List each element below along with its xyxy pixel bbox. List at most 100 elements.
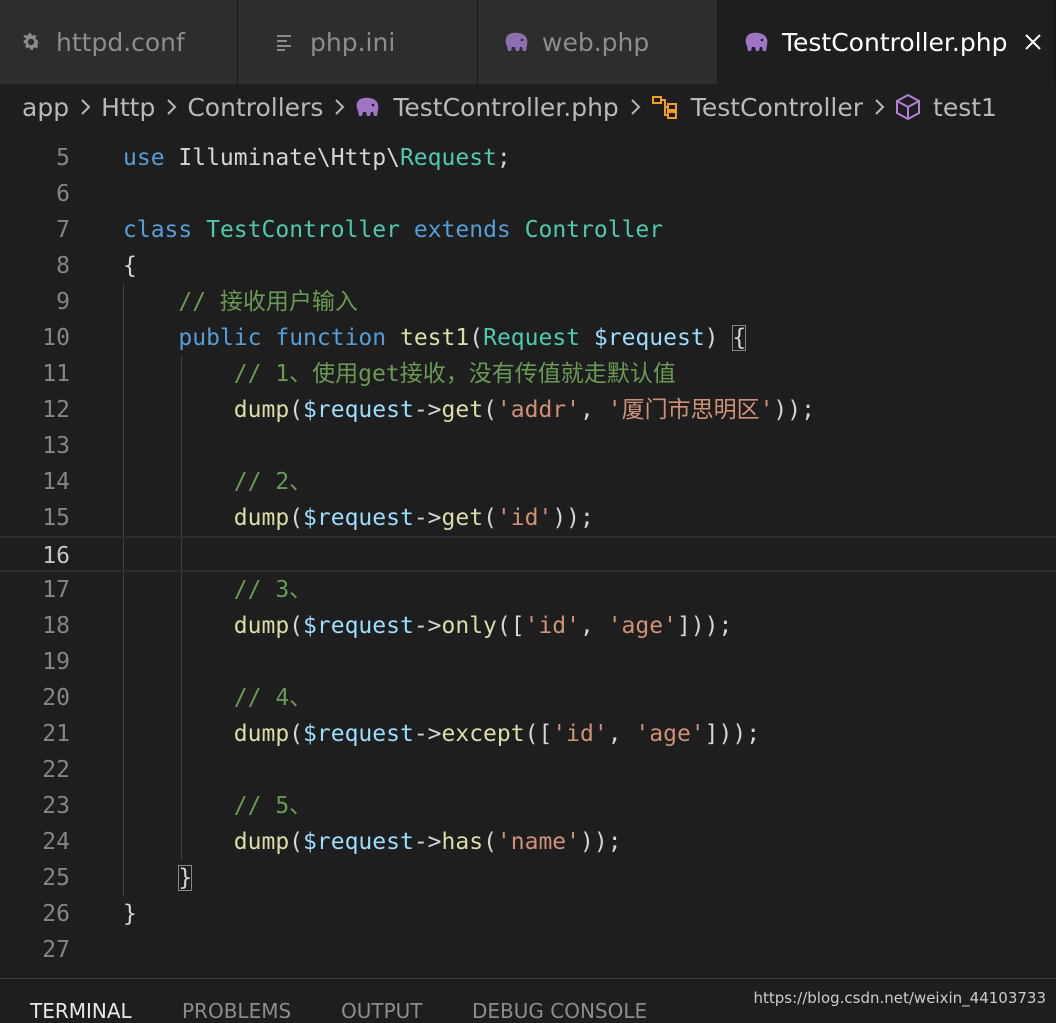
code-token: (	[483, 829, 497, 855]
code-text: dump($request->only(['id', 'age']));	[123, 608, 733, 644]
code-token: (	[289, 397, 304, 423]
code-line[interactable]: 23 // 5、	[0, 788, 1056, 824]
code-token: Request	[483, 325, 581, 351]
code-text: {	[123, 248, 137, 284]
code-token: {	[732, 325, 747, 351]
line-number: 20	[42, 685, 70, 711]
code-line[interactable]: 12 dump($request->get('addr', '厦门市思明区'))…	[0, 392, 1056, 428]
code-token: (	[289, 829, 304, 855]
line-number: 18	[42, 613, 70, 639]
code-token: (	[483, 397, 497, 423]
breadcrumb-item-method[interactable]: test1	[895, 93, 997, 122]
code-token: (	[289, 613, 304, 639]
code-token: Controller	[524, 217, 664, 243]
code-token: {	[123, 253, 137, 279]
panel-tab-terminal[interactable]: TERMINAL	[30, 999, 132, 1023]
tab-web-php[interactable]: web.php	[478, 0, 718, 84]
code-line[interactable]: 20 // 4、	[0, 680, 1056, 716]
breadcrumb-label: test1	[933, 92, 997, 122]
code-line[interactable]: 22	[0, 752, 1056, 788]
code-token: // 4、	[233, 685, 313, 711]
panel-tab-output[interactable]: OUTPUT	[341, 999, 423, 1023]
code-text: use Illuminate\Http\Request;	[123, 140, 511, 176]
code-line[interactable]: 21 dump($request->except(['id', 'age']))…	[0, 716, 1056, 752]
breadcrumb-item-file[interactable]: TestController.php	[355, 92, 619, 122]
code-text: dump($request->get('id'));	[123, 500, 594, 536]
breadcrumb-label: TestController.php	[393, 92, 619, 122]
code-text: // 4、	[123, 680, 312, 716]
tab-label: php.ini	[310, 27, 396, 57]
code-text: }	[123, 860, 193, 896]
code-line[interactable]: 13	[0, 428, 1056, 464]
code-text: // 5、	[123, 788, 312, 824]
breadcrumb: app Http Controllers TestController.php …	[0, 84, 1056, 130]
code-token: // 接收用户输入	[178, 289, 358, 315]
code-token: test1	[399, 325, 470, 351]
code-line[interactable]: 6	[0, 176, 1056, 212]
code-line[interactable]: 9 // 接收用户输入	[0, 284, 1056, 320]
breadcrumb-item-app[interactable]: app	[22, 93, 69, 122]
tab-httpd-conf[interactable]: httpd.conf	[0, 0, 238, 84]
code-line[interactable]: 11 // 1、使用get接收，没有传值就走默认值	[0, 356, 1056, 392]
line-number: 9	[56, 289, 70, 315]
panel-tab-debug-console[interactable]: DEBUG CONSOLE	[472, 999, 647, 1023]
code-token: $request	[303, 613, 414, 639]
code-token: ;	[496, 145, 511, 171]
line-number: 5	[56, 145, 70, 171]
close-icon[interactable]	[1021, 30, 1045, 54]
code-token: 'id'	[552, 721, 608, 747]
code-token: (	[483, 505, 497, 531]
breadcrumb-item-controllers[interactable]: Controllers	[187, 93, 323, 122]
breadcrumb-item-http[interactable]: Http	[101, 93, 155, 122]
code-token: 'age'	[607, 613, 677, 639]
code-token: // 2、	[233, 469, 313, 495]
code-line[interactable]: 8{	[0, 248, 1056, 284]
code-line[interactable]: 5 use Illuminate\Http\Request;	[0, 140, 1056, 176]
code-token: get	[441, 505, 484, 531]
code-line[interactable]: 26}	[0, 896, 1056, 932]
php-elephant-icon	[504, 29, 530, 55]
code-line[interactable]: 14 // 2、	[0, 464, 1056, 500]
code-line[interactable]: 17 // 3、	[0, 572, 1056, 608]
tab-label: web.php	[542, 27, 650, 57]
code-line[interactable]: 25 }	[0, 860, 1056, 896]
code-line[interactable]: 15 dump($request->get('id'));	[0, 500, 1056, 536]
code-line[interactable]: 10 public function test1(Request $reques…	[0, 320, 1056, 356]
tab-php-ini[interactable]: php.ini	[238, 0, 478, 84]
code-line[interactable]: 24 dump($request->has('name'));	[0, 824, 1056, 860]
line-number: 22	[42, 757, 70, 783]
panel-tab-problems[interactable]: PROBLEMS	[182, 999, 291, 1023]
code-token: class	[123, 217, 193, 243]
code-token: ]));	[704, 721, 761, 747]
code-token: ));	[773, 397, 815, 423]
line-number: 12	[42, 397, 70, 423]
method-cube-icon	[895, 93, 921, 121]
code-token: }	[178, 865, 193, 891]
code-token: (	[469, 325, 484, 351]
code-token: // 1、使用get接收，没有传值就走默认值	[233, 361, 676, 387]
tab-label: httpd.conf	[56, 27, 185, 57]
code-line[interactable]: 16	[0, 536, 1056, 572]
code-line[interactable]: 7 class TestController extends Controller	[0, 212, 1056, 248]
tab-bar: httpd.conf php.ini web.php TestControlle…	[0, 0, 1056, 84]
code-token: function	[275, 325, 387, 351]
tab-testcontroller-php[interactable]: TestController.php	[718, 0, 1056, 84]
line-number: 13	[42, 433, 70, 459]
breadcrumb-item-class[interactable]: TestController	[651, 93, 863, 122]
code-line[interactable]: 18 dump($request->only(['id', 'age']));	[0, 608, 1056, 644]
code-token: dump	[233, 505, 290, 531]
breadcrumb-label: Controllers	[187, 92, 324, 122]
chevron-right-icon	[873, 98, 885, 116]
code-line[interactable]: 27	[0, 932, 1056, 968]
code-editor[interactable]: 5 use Illuminate\Http\Request; 6 7 class Tes…	[0, 140, 1056, 978]
php-elephant-icon	[744, 29, 770, 55]
code-line[interactable]: 19	[0, 644, 1056, 680]
code-token: $request	[303, 829, 414, 855]
code-text: // 接收用户输入	[123, 284, 358, 320]
